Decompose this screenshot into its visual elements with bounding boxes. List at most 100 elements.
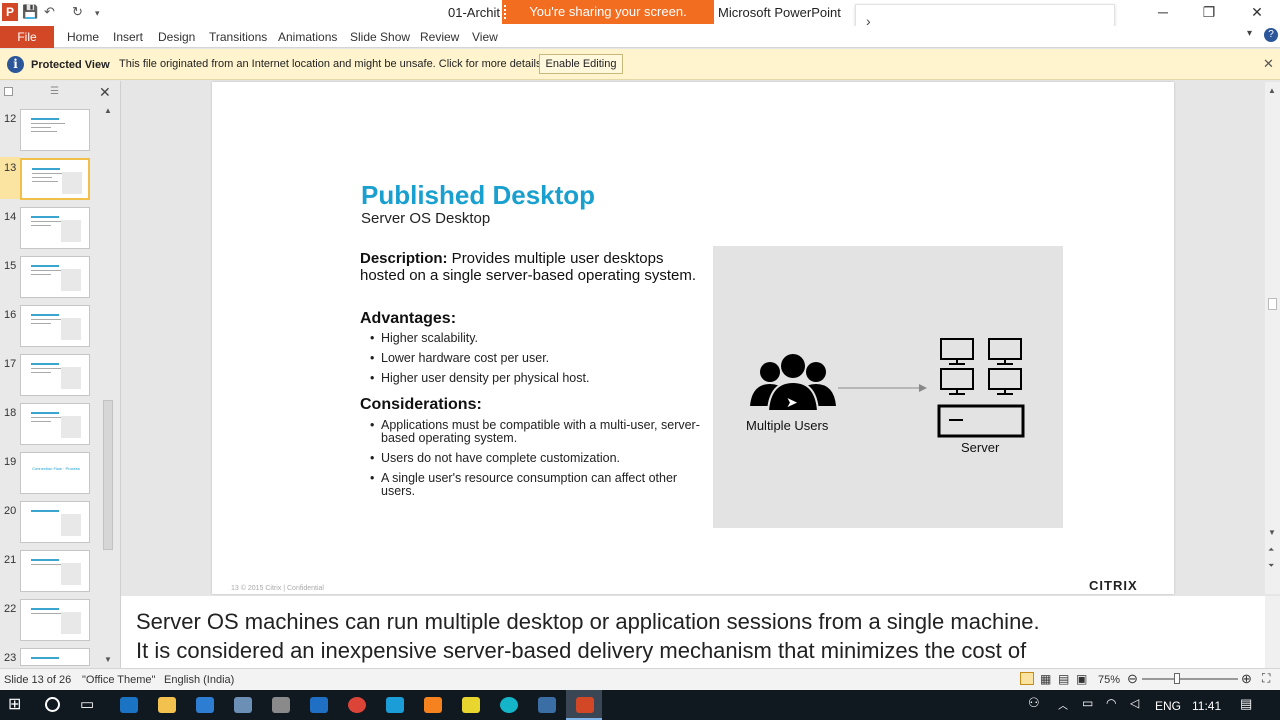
minimize-button[interactable]: ─	[1148, 4, 1178, 20]
tab-transitions[interactable]: Transitions	[209, 30, 267, 44]
slide-thumbnail-20[interactable]	[20, 501, 90, 543]
chevron-up-icon[interactable]: ︿	[1058, 697, 1068, 712]
zoom-slider-thumb[interactable]	[1174, 673, 1180, 684]
language-button[interactable]: ENG	[1155, 699, 1181, 713]
mail-icon[interactable]	[310, 697, 328, 713]
scroll-up-icon[interactable]: ▲	[1268, 86, 1276, 95]
caption-line: Server OS machines can run multiple desk…	[136, 609, 1040, 634]
outline-view-icon[interactable]	[4, 87, 13, 96]
clock[interactable]: 11:41	[1192, 699, 1221, 713]
save-icon[interactable]: 💾	[22, 4, 38, 20]
zoom-level[interactable]: 75%	[1098, 674, 1120, 686]
app-icon[interactable]	[462, 697, 480, 713]
tab-design[interactable]: Design	[158, 30, 195, 44]
tab-slide-show[interactable]: Slide Show	[350, 30, 410, 44]
slide-thumbnail-22[interactable]	[20, 599, 90, 641]
windows-start-icon[interactable]: ⊞	[8, 694, 21, 714]
slide-thumbnail-14[interactable]	[20, 207, 90, 249]
app-icon[interactable]	[538, 697, 556, 713]
help-icon[interactable]: ?	[1264, 28, 1278, 42]
normal-view-icon[interactable]	[1020, 672, 1034, 685]
theme-name: "Office Theme"	[82, 674, 156, 686]
slide-number: 21	[4, 554, 17, 566]
reading-view-icon[interactable]: ▤	[1058, 672, 1069, 686]
close-icon[interactable]: ✕	[1263, 56, 1274, 72]
scrollbar-thumb[interactable]	[1268, 298, 1277, 310]
restore-button[interactable]: ❐	[1194, 4, 1224, 21]
protected-view-message[interactable]: This file originated from an Internet lo…	[119, 58, 545, 70]
slide-number: 20	[4, 505, 17, 517]
redo-icon[interactable]: ↻	[72, 4, 83, 20]
edge-icon[interactable]	[120, 697, 138, 713]
description-paragraph: Description: Provides multiple user desk…	[360, 250, 705, 284]
powerpoint-taskbar-icon[interactable]	[576, 697, 594, 713]
chrome-icon[interactable]	[348, 697, 366, 713]
tab-animations[interactable]: Animations	[278, 30, 337, 44]
grip-icon[interactable]	[504, 5, 508, 19]
app-icon[interactable]	[424, 697, 442, 713]
slide-thumbnail-16[interactable]	[20, 305, 90, 347]
fit-to-window-icon[interactable]: ⛶	[1262, 671, 1270, 686]
zoom-slider[interactable]	[1142, 678, 1238, 680]
slide-title: Published Desktop	[361, 180, 596, 210]
thumbnail-text: Connection Flow · Process	[32, 466, 80, 471]
store-icon[interactable]	[196, 697, 214, 713]
slide-thumbnail-13[interactable]	[20, 158, 90, 200]
notifications-icon[interactable]: ▤	[1240, 696, 1252, 712]
slide-scrollbar[interactable]	[1265, 82, 1280, 594]
slideshow-icon[interactable]: ▣	[1076, 672, 1087, 686]
tab-view[interactable]: View	[472, 30, 498, 44]
slide-thumbnail-17[interactable]	[20, 354, 90, 396]
wifi-icon[interactable]: ◠	[1106, 696, 1116, 710]
zoom-in-icon[interactable]: ⊕	[1241, 671, 1252, 687]
customize-qat-icon[interactable]: ▾	[95, 8, 100, 19]
slide-thumbnail-21[interactable]	[20, 550, 90, 592]
file-tab[interactable]: File	[0, 26, 54, 48]
slide-thumbnail-15[interactable]	[20, 256, 90, 298]
scroll-up-icon[interactable]: ▲	[104, 106, 112, 115]
volume-icon[interactable]: ◁	[1130, 696, 1139, 710]
close-button[interactable]: ✕	[1242, 4, 1272, 21]
battery-icon[interactable]: ▭	[1082, 696, 1093, 710]
slide-thumbnail-18[interactable]	[20, 403, 90, 445]
powerpoint-icon[interactable]: P	[2, 3, 18, 21]
next-slide-icon[interactable]: ⏷	[1268, 561, 1274, 571]
scrollbar-thumb[interactable]	[103, 400, 113, 550]
slide-number: 19	[4, 456, 17, 468]
protected-view-title: Protected View	[31, 59, 110, 71]
language-indicator[interactable]: English (India)	[164, 674, 234, 686]
tab-insert[interactable]: Insert	[113, 30, 143, 44]
slide-thumbnail-12[interactable]	[20, 109, 90, 151]
slide-footer: 13 © 2015 Citrix | Confidential	[231, 585, 324, 592]
ribbon-collapse-icon[interactable]: ▾	[1247, 28, 1252, 39]
app-icon[interactable]	[386, 697, 404, 713]
caption-scrollbar[interactable]	[1265, 596, 1280, 668]
search-icon[interactable]	[45, 697, 60, 712]
slide-number: 22	[4, 603, 17, 615]
thumbnail-scrollbar[interactable]	[101, 105, 117, 665]
undo-icon[interactable]: ↶	[44, 4, 55, 20]
users-label: Multiple Users	[746, 418, 829, 433]
scroll-down-icon[interactable]: ▼	[104, 655, 112, 664]
tab-review[interactable]: Review	[420, 30, 459, 44]
zoom-out-icon[interactable]: ⊖	[1127, 671, 1138, 687]
slide-thumbnail-23[interactable]	[20, 648, 90, 666]
task-view-icon[interactable]: ▭	[80, 695, 94, 713]
scroll-down-icon[interactable]: ▼	[1268, 528, 1276, 537]
file-explorer-icon[interactable]	[158, 697, 176, 713]
grip-icon: ☰	[50, 86, 59, 97]
app-icon[interactable]	[272, 697, 290, 713]
list-item: Users do not have complete customization…	[370, 452, 700, 466]
list-item: Higher user density per physical host.	[370, 372, 700, 386]
app-icon[interactable]	[234, 697, 252, 713]
close-pane-icon[interactable]: ✕	[99, 84, 111, 101]
slide-sorter-icon[interactable]: ▦	[1040, 672, 1051, 686]
slide-number: 18	[4, 407, 17, 419]
previous-slide-icon[interactable]: ⏶	[1268, 545, 1274, 555]
slide-thumbnail-19[interactable]: Connection Flow · Process	[20, 452, 90, 494]
app-icon[interactable]	[500, 697, 518, 713]
tab-home[interactable]: Home	[67, 30, 99, 44]
people-icon[interactable]: ⚇	[1028, 695, 1040, 711]
enable-editing-button[interactable]: Enable Editing	[539, 54, 623, 74]
slide-number: 17	[4, 358, 17, 370]
